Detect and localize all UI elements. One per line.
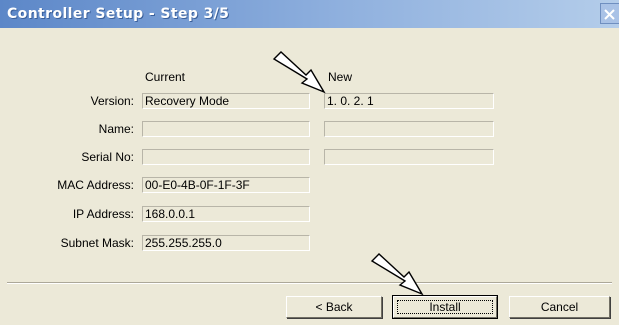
back-button-label: < Back — [315, 300, 353, 314]
subnet-mask-label: Subnet Mask: — [60, 236, 134, 250]
cancel-button-label: Cancel — [540, 300, 579, 314]
current-ip-address-field: 168.0.0.1 — [142, 206, 310, 222]
mac-address-label: MAC Address: — [57, 178, 134, 192]
new-serial-field — [324, 149, 494, 165]
ip-address-label: IP Address: — [72, 207, 134, 221]
close-icon — [604, 9, 615, 20]
window-title: Controller Setup - Step 3/5 — [7, 6, 230, 22]
new-name-field — [324, 121, 494, 137]
install-button[interactable]: Install — [392, 295, 498, 319]
back-button[interactable]: < Back — [286, 296, 382, 318]
current-subnet-mask-field: 255.255.255.0 — [142, 235, 310, 251]
install-button-label: Install — [429, 300, 461, 314]
arrow-icon — [272, 51, 326, 94]
title-bar: Controller Setup - Step 3/5 — [0, 0, 619, 28]
name-label: Name: — [98, 122, 134, 136]
current-serial-field — [142, 149, 310, 165]
serial-label: Serial No: — [81, 150, 134, 164]
setup-dialog: Controller Setup - Step 3/5 Current New … — [0, 0, 619, 325]
arrow-icon — [370, 253, 424, 296]
close-button[interactable] — [600, 3, 619, 24]
cancel-button[interactable]: Cancel — [509, 296, 610, 318]
separator — [7, 282, 612, 284]
current-name-field — [142, 121, 310, 137]
version-label: Version: — [90, 94, 134, 108]
new-version-field: 1. 0. 2. 1 — [324, 93, 494, 109]
new-column-header: New — [328, 70, 353, 84]
current-column-header: Current — [145, 70, 186, 84]
current-mac-address-field: 00-E0-4B-0F-1F-3F — [142, 177, 310, 193]
